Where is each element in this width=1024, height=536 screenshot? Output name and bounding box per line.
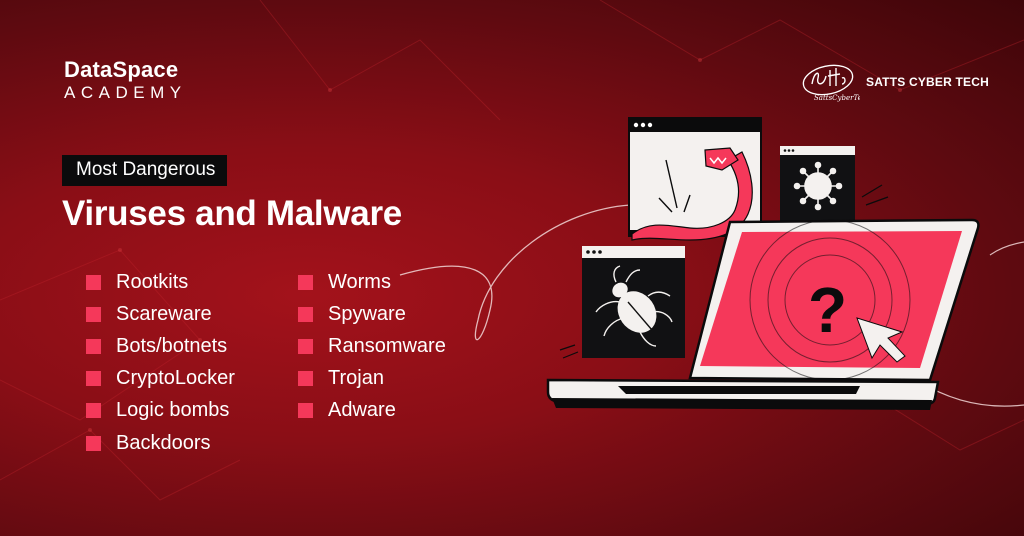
malware-illustration: ? (546, 117, 980, 410)
bug-window (582, 246, 685, 358)
question-mark-icon: ? (808, 274, 847, 346)
virus-icon (793, 161, 843, 211)
virus-window (780, 146, 855, 222)
